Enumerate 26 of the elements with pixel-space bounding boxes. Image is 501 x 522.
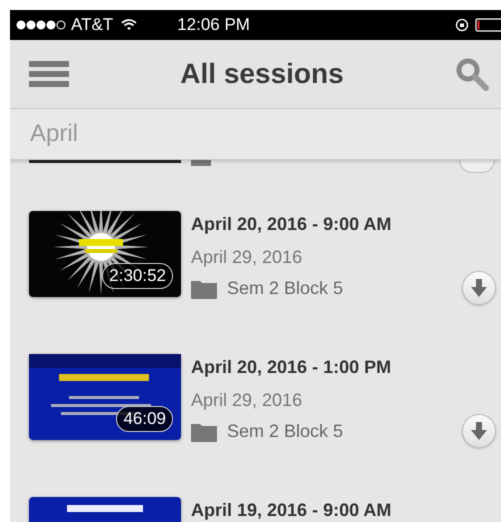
download-icon [471,279,487,297]
session-title[interactable]: April 20, 2016 - 9:00 AM [191,213,392,235]
folder-icon [191,160,211,166]
session-title[interactable]: April 20, 2016 - 1:00 PM [191,356,392,378]
carrier-name: AT&T [71,15,114,35]
folder-name: Sem 2 Block 5 [227,421,344,442]
wifi-icon [121,19,138,31]
session-title[interactable]: April 19, 2016 - 9:00 AM [191,499,392,521]
folder-icon [191,278,217,298]
session-date: April 29, 2016 [191,390,304,411]
signal-icon [16,20,66,30]
battery-icon [475,18,501,32]
rotation-lock-icon [455,18,469,32]
folder-icon [191,422,217,442]
download-icon [471,422,487,440]
download-button[interactable] [462,414,496,448]
search-icon[interactable] [455,57,489,91]
status-time: 12:06 PM [177,15,250,35]
download-button[interactable] [462,271,496,305]
session-date: April 29, 2016 [191,247,304,268]
section-title: April [30,120,78,148]
duration-badge: 46:09 [116,406,173,432]
screen-title: All sessions [180,58,344,90]
duration-badge: 2:30:52 [102,263,173,289]
folder-name: Sem 2 Block 5 [227,278,344,299]
menu-icon[interactable] [29,59,69,89]
